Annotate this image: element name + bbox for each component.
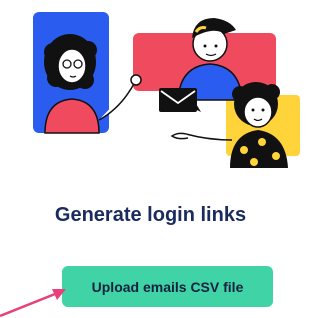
upload-emails-csv-button[interactable]: Upload emails CSV file — [62, 266, 273, 307]
page-title: Generate login links — [54, 204, 247, 226]
envelope-icon — [159, 88, 201, 112]
people-sharing-email-illustration — [33, 12, 300, 168]
pointer-arrow-icon — [0, 289, 66, 318]
login-links-panel: Generate login links Upload emails CSV f… — [0, 0, 301, 318]
